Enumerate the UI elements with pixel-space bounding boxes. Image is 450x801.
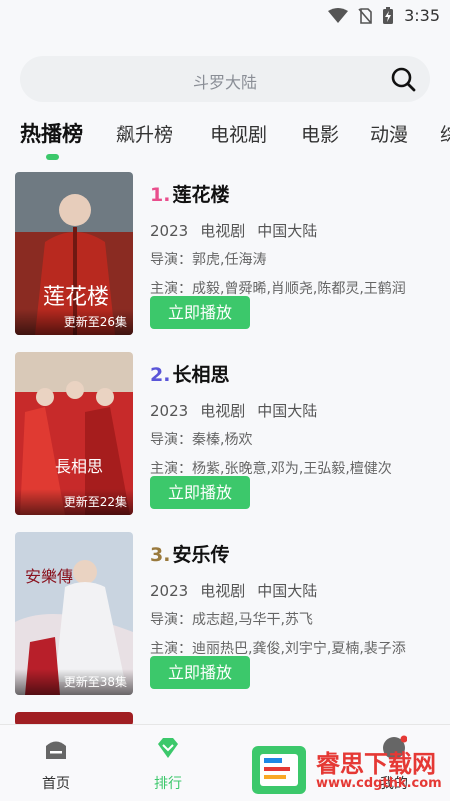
list-item[interactable]: 莲花楼 更新至26集 1. 莲花楼 2023 电视剧 中国大陆 导演：郭虎,任海涛 主… (0, 172, 450, 337)
tab-rising[interactable]: 飙升榜 (116, 120, 173, 147)
poster[interactable]: 長相思 更新至22集 (15, 352, 133, 515)
watermark-logo (252, 746, 306, 794)
item-meta: 2023 电视剧 中国大陆 (150, 220, 440, 240)
item-title[interactable]: 1. 莲花楼 (150, 180, 440, 210)
rank-number: 2. (150, 364, 171, 386)
tab-variety[interactable]: 综 (440, 120, 450, 147)
play-now-button[interactable]: 立即播放 (150, 476, 250, 509)
director: 导演：成志超,马华干,苏飞 (150, 612, 313, 628)
genre: 电视剧 (200, 402, 246, 420)
poster[interactable]: 安樂傳 更新至38集 (15, 532, 133, 695)
item-meta: 2023 电视剧 中国大陆 (150, 400, 440, 420)
item-title[interactable]: 3. 安乐传 (150, 540, 440, 570)
cast: 主演：成毅,曾舜晞,肖顺尧,陈都灵,王鹤润 (150, 281, 406, 297)
region: 中国大陆 (257, 582, 318, 600)
item-title[interactable]: 2. 长相思 (150, 360, 440, 390)
item-meta: 2023 电视剧 中国大陆 (150, 580, 440, 600)
episode-badge: 更新至26集 (15, 309, 133, 335)
director: 导演：秦榛,杨欢 (150, 432, 253, 448)
clock: 3:35 (404, 6, 440, 25)
year: 2023 (150, 582, 189, 600)
svg-text:莲花楼: 莲花楼 (43, 285, 109, 310)
cast: 主演：迪丽热巴,龚俊,刘宇宁,夏楠,裴子添 (150, 641, 406, 657)
region: 中国大陆 (257, 402, 318, 420)
site-watermark: 睿思下载网 www.cdgthk.com (250, 740, 450, 800)
category-tabs: 热播榜 飙升榜 电视剧 电影 动漫 综 (0, 118, 450, 164)
nav-rank[interactable]: 排行 (128, 735, 208, 793)
watermark-url: www.cdgthk.com (316, 776, 442, 791)
episode-badge: 更新至22集 (15, 489, 133, 515)
play-now-button[interactable]: 立即播放 (150, 296, 250, 329)
nav-home-label: 首页 (42, 776, 70, 792)
cast: 主演：杨紫,张晚意,邓为,王弘毅,檀健次 (150, 461, 392, 477)
rank-number: 3. (150, 544, 171, 566)
watermark-text: 睿思下载网 (316, 750, 436, 778)
year: 2023 (150, 402, 189, 420)
search-bar[interactable]: 斗罗大陆 (20, 56, 430, 102)
rank-number: 1. (150, 184, 171, 206)
svg-text:安樂傳: 安樂傳 (25, 567, 73, 586)
title-text: 莲花楼 (172, 184, 230, 206)
list-item[interactable]: 長相思 更新至22集 2. 长相思 2023 电视剧 中国大陆 导演：秦榛,杨欢 主演… (0, 352, 450, 517)
status-bar: 3:35 (0, 0, 450, 34)
tab-movie[interactable]: 电影 (301, 120, 339, 147)
tab-tv[interactable]: 电视剧 (210, 120, 267, 147)
director: 导演：郭虎,任海涛 (150, 252, 267, 268)
battery-icon (383, 6, 394, 24)
tab-hot[interactable]: 热播榜 (20, 118, 83, 148)
search-icon[interactable] (390, 66, 416, 92)
wifi-icon (328, 7, 349, 23)
home-icon (46, 741, 66, 759)
genre: 电视剧 (200, 222, 246, 240)
title-text: 安乐传 (172, 544, 230, 566)
genre: 电视剧 (200, 582, 246, 600)
svg-text:長相思: 長相思 (55, 457, 103, 476)
poster[interactable]: 莲花楼 更新至26集 (15, 172, 133, 335)
tab-anime[interactable]: 动漫 (370, 120, 408, 147)
year: 2023 (150, 222, 189, 240)
title-text: 长相思 (172, 364, 230, 386)
play-now-button[interactable]: 立即播放 (150, 656, 250, 689)
region: 中国大陆 (257, 222, 318, 240)
diamond-icon (158, 738, 178, 758)
search-placeholder: 斗罗大陆 (192, 73, 257, 92)
nav-home[interactable]: 首页 (16, 735, 96, 793)
list-item[interactable]: 安樂傳 更新至38集 3. 安乐传 2023 电视剧 中国大陆 导演：成志超,马华干,… (0, 532, 450, 697)
no-sim-icon (358, 7, 372, 24)
nav-rank-label: 排行 (154, 776, 182, 792)
tab-indicator (46, 154, 59, 160)
episode-badge: 更新至38集 (15, 669, 133, 695)
